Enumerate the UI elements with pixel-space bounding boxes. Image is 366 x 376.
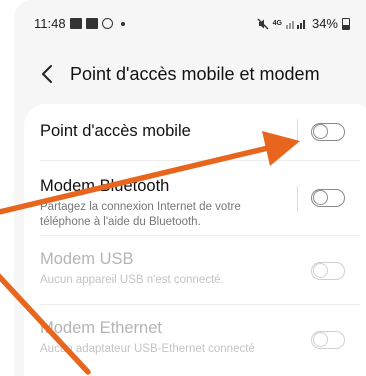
network-type: 4G	[272, 20, 282, 27]
bluetooth-tethering-toggle[interactable]	[311, 189, 345, 207]
row-title-bluetooth-tethering: Modem Bluetooth	[40, 177, 170, 195]
ethernet-tethering-toggle	[311, 331, 345, 349]
page-header: Point d'accès mobile et modem	[14, 56, 366, 92]
battery-percentage: 34%	[311, 16, 338, 31]
dot-icon	[120, 21, 125, 26]
row-ethernet-tethering: Modem Ethernet Aucun adaptateur USB-Ethe…	[24, 305, 366, 373]
status-bar-left: 11:48	[34, 16, 125, 31]
phone-screen: 11:48 4G 34% Point d'accès mobile et mod…	[14, 0, 366, 376]
row-title-mobile-hotspot: Point d'accès mobile	[40, 122, 191, 140]
page-title: Point d'accès mobile et modem	[70, 63, 320, 84]
row-bluetooth-tethering[interactable]: Modem Bluetooth Partagez la connexion In…	[24, 161, 366, 235]
gallery-icon	[69, 18, 82, 29]
row-subtitle-ethernet-tethering: Aucun adaptateur USB-Ethernet connecté	[40, 343, 255, 355]
row-mobile-hotspot[interactable]: Point d'accès mobile	[24, 104, 366, 160]
dnd-icon	[101, 18, 113, 29]
row-subtitle-bluetooth-tethering: Partagez la connexion Internet de votre …	[40, 201, 241, 228]
signal-icon	[285, 20, 305, 29]
usb-tethering-toggle	[311, 262, 345, 280]
status-time: 11:48	[34, 16, 66, 31]
chevron-left-icon	[42, 65, 52, 83]
settings-card: Point d'accès mobile Modem Bluetooth Par…	[24, 104, 366, 376]
mute-icon	[257, 18, 269, 29]
row-subtitle-usb-tethering: Aucun appareil USB n'est connecté.	[40, 274, 224, 286]
status-bar-right: 4G 34%	[257, 16, 350, 31]
row-title-usb-tethering: Modem USB	[40, 250, 134, 268]
screenshot-icon	[85, 18, 98, 29]
status-bar: 11:48 4G 34%	[14, 0, 366, 44]
row-title-ethernet-tethering: Modem Ethernet	[40, 319, 162, 337]
battery-icon	[342, 17, 350, 30]
back-button[interactable]	[32, 59, 62, 89]
row-usb-tethering: Modem USB Aucun appareil USB n'est conne…	[24, 236, 366, 304]
mobile-hotspot-toggle[interactable]	[311, 123, 345, 141]
vertical-divider	[297, 186, 298, 212]
vertical-divider	[297, 119, 298, 145]
